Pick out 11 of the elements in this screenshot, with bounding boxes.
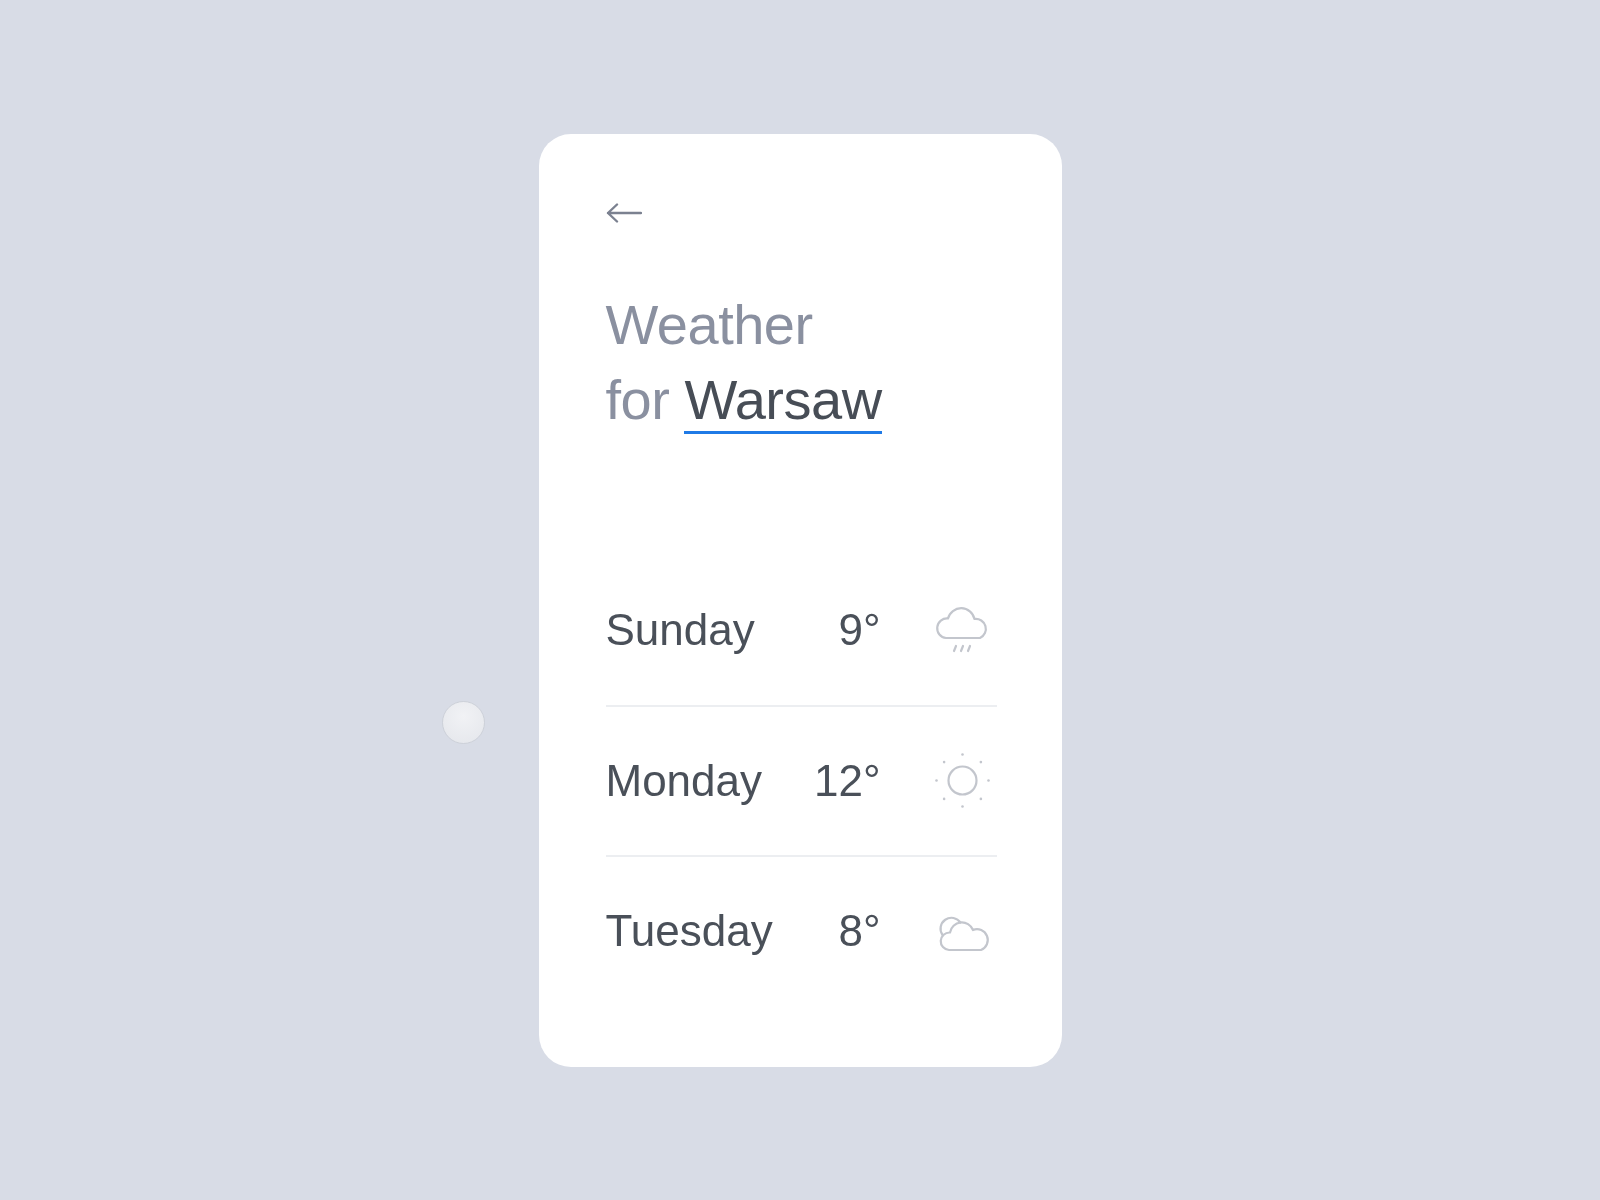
- sun-icon: [933, 752, 991, 809]
- day-name: Monday: [605, 755, 764, 806]
- temperature-reading: 9°: [838, 604, 881, 655]
- back-button[interactable]: [605, 202, 642, 223]
- city-link[interactable]: Warsaw: [684, 367, 882, 434]
- day-name: Sunday: [605, 604, 756, 655]
- day-name: Tuesday: [605, 905, 774, 956]
- back-arrow-icon: [605, 202, 642, 223]
- temperature-reading: 8°: [838, 905, 881, 956]
- weather-heading: Weather for Warsaw: [605, 286, 997, 437]
- temperature-reading: 12°: [813, 755, 881, 806]
